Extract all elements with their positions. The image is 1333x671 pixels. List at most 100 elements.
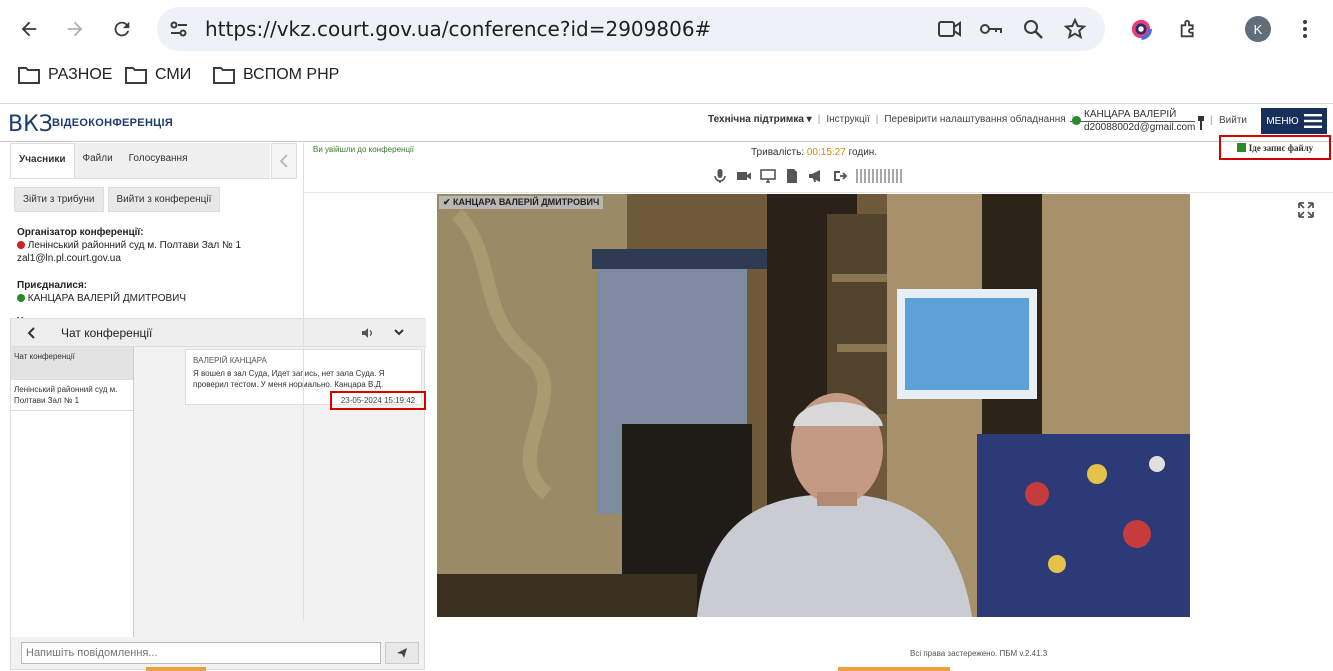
app-header: ВКЗ ВІДЕОКОНФЕРЕНЦІЯ Технічна підтримка … — [0, 104, 1333, 142]
send-icon — [397, 648, 407, 658]
chevron-down-icon[interactable] — [394, 329, 404, 337]
camera-icon[interactable] — [937, 17, 963, 41]
browser-menu-icon[interactable] — [1290, 14, 1320, 44]
user-email: d20088002d@gmail.com — [1084, 122, 1196, 133]
footer-accent — [838, 667, 950, 671]
folder-icon — [213, 67, 235, 84]
back-button[interactable] — [14, 14, 44, 44]
pin-icon[interactable] — [1197, 116, 1205, 130]
message-timestamp: 23-05-2024 15:19:42 — [330, 391, 426, 410]
support-link[interactable]: Технічна підтримка ▾ — [708, 114, 812, 125]
media-controls — [712, 168, 902, 184]
document-icon[interactable] — [784, 168, 800, 184]
joined-notice: Ви увійшли до конференції — [313, 145, 415, 154]
bookmark-folder[interactable]: РАЗНОЕ — [18, 66, 112, 84]
menu-button[interactable]: МЕНЮ — [1261, 108, 1327, 134]
video-feed[interactable]: ✔ КАНЦАРА ВАЛЕРІЙ ДМИТРОВИЧ — [437, 194, 1190, 617]
recording-label: Іде запис файлу — [1248, 142, 1314, 153]
chat-input-row — [21, 642, 419, 664]
megaphone-icon[interactable] — [808, 168, 824, 184]
video-frame — [437, 194, 1190, 617]
menu-label: МЕНЮ — [1266, 115, 1299, 127]
browser-chrome: https://vkz.court.gov.ua/conference?id=2… — [0, 0, 1333, 104]
reload-icon — [114, 21, 130, 37]
user-name: КАНЦАРА ВАЛЕРІЙ — [1070, 109, 1196, 122]
chat-list-item[interactable]: Чат конференції — [11, 347, 133, 380]
leave-conference-button[interactable]: Вийти з конференції — [107, 187, 221, 212]
footer-accent — [146, 667, 206, 671]
tab-files[interactable]: Файли — [75, 143, 121, 178]
bookmark-folder[interactable]: ВСПОМ РНР — [213, 66, 339, 84]
audio-level-meter — [856, 169, 902, 183]
joined-status-dot — [17, 294, 25, 303]
screen-share-icon[interactable] — [760, 168, 776, 184]
chat-message-input[interactable] — [21, 642, 381, 664]
zoom-icon[interactable] — [1021, 17, 1047, 41]
logo[interactable]: ВКЗ — [8, 112, 53, 137]
participants-list: Організатор конференції: Ленінський райо… — [10, 226, 270, 328]
panel-tabs: Учасники Файли Голосування — [10, 143, 270, 179]
leave-tribune-button[interactable]: Зійти з трибуни — [14, 187, 104, 212]
duration-label: Тривалість: — [751, 147, 805, 158]
organizer-email: zal1@ln.pl.court.gov.ua — [17, 253, 121, 264]
arrow-right-icon — [67, 21, 83, 37]
reload-button[interactable] — [107, 14, 137, 44]
address-bar[interactable]: https://vkz.court.gov.ua/conference?id=2… — [157, 7, 1105, 51]
bookmark-folder[interactable]: СМИ — [125, 66, 191, 84]
instructions-link[interactable]: Інструкції — [826, 114, 869, 125]
bookmark-label: РАЗНОЕ — [48, 66, 113, 83]
microphone-icon[interactable] — [712, 168, 728, 184]
check-settings-link[interactable]: Перевірити налаштування обладнання — [884, 114, 1065, 125]
joined-name: КАНЦАРА ВАЛЕРІЙ ДМИТРОВИЧ — [27, 293, 187, 304]
participants-panel: Учасники Файли Голосування Зійти з трибу… — [10, 143, 270, 327]
folder-icon — [125, 67, 147, 84]
chat-title: Чат конференції — [61, 326, 153, 340]
url-text[interactable]: https://vkz.court.gov.ua/conference?id=2… — [205, 17, 711, 41]
footer-copyright: Всі права застережено. ПБМ v.2.41.3 — [910, 649, 1048, 658]
top-links: Технічна підтримка ▾ | Інструкції | Пере… — [708, 114, 1074, 125]
forward-button[interactable] — [60, 14, 90, 44]
organizer-heading: Організатор конференції: — [17, 227, 144, 238]
video-camera-icon[interactable] — [736, 168, 752, 184]
organizer-status-dot — [17, 241, 25, 250]
logout-link[interactable]: Вийти — [1219, 115, 1247, 126]
recording-square-icon — [1236, 143, 1246, 152]
bookmark-star-icon[interactable] — [1063, 17, 1089, 41]
extensions-puzzle-icon[interactable] — [1174, 14, 1204, 44]
video-participant-label: ✔ КАНЦАРА ВАЛЕРІЙ ДМИТРОВИЧ — [439, 196, 604, 209]
chat-list: Чат конференції Ленінський районний суд … — [11, 347, 134, 637]
tab-participants[interactable]: Учасники — [10, 143, 75, 178]
speaker-icon[interactable] — [361, 327, 373, 339]
chat-list-item[interactable]: Ленінський районний суд м. Полтави Зал №… — [11, 380, 133, 411]
bookmark-label: ВСПОМ РНР — [243, 66, 340, 83]
toolbar-divider — [303, 192, 1333, 193]
arrow-left-icon — [21, 21, 37, 37]
collapse-panel-button[interactable] — [271, 143, 297, 179]
chevron-left-icon — [279, 154, 288, 168]
bookmark-label: СМИ — [155, 66, 192, 83]
color-extension-icon[interactable] — [1126, 14, 1156, 44]
main-divider — [303, 143, 304, 621]
tab-voting[interactable]: Голосування — [121, 143, 196, 178]
profile-avatar[interactable]: K — [1243, 14, 1273, 44]
site-settings-icon[interactable] — [167, 17, 193, 41]
logo-subtitle: ВІДЕОКОНФЕРЕНЦІЯ — [52, 117, 174, 129]
send-button[interactable] — [385, 642, 419, 664]
joined-heading: Приєдналися: — [17, 280, 88, 291]
duration-unit: годин. — [848, 147, 878, 158]
chat-panel: Чат конференції Чат конференції Ленінськ… — [10, 318, 426, 670]
hamburger-icon — [1303, 114, 1322, 128]
folder-icon — [18, 67, 40, 84]
fullscreen-icon[interactable] — [1298, 202, 1314, 218]
duration: Тривалість: 00:15:27 годин. — [751, 147, 877, 158]
user-info: КАНЦАРА ВАЛЕРІЙ d20088002d@gmail.com — [1070, 109, 1196, 134]
profile-initial: K — [1245, 16, 1271, 42]
exit-icon[interactable] — [832, 168, 848, 184]
chevron-left-icon[interactable] — [27, 327, 35, 339]
chat-header: Чат конференції — [11, 319, 426, 347]
organizer-name: Ленінський районний суд м. Полтави Зал №… — [27, 240, 242, 251]
key-icon[interactable] — [978, 17, 1004, 41]
duration-value: 00:15:27 — [806, 147, 846, 158]
recording-indicator: Іде запис файлу — [1219, 135, 1331, 160]
online-status-dot — [1072, 116, 1081, 125]
